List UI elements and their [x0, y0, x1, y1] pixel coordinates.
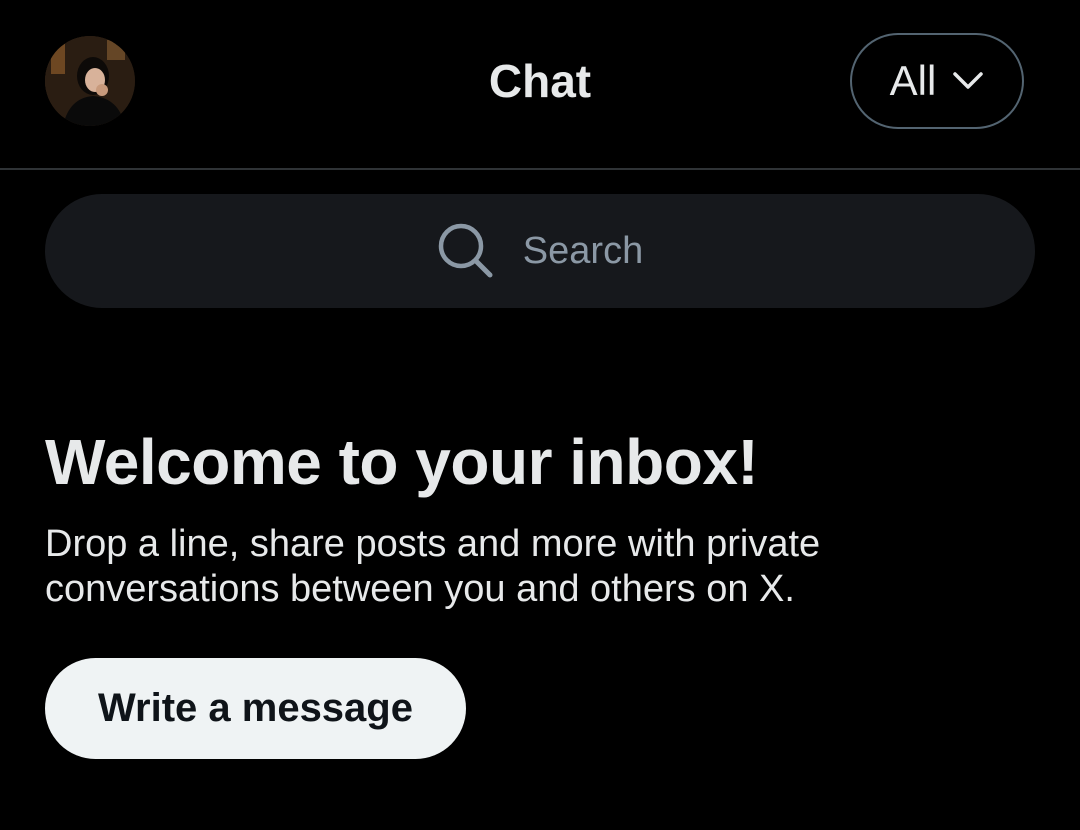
empty-state-description: Drop a line, share posts and more with p… [45, 523, 821, 610]
search-icon [437, 222, 493, 280]
filter-dropdown-button[interactable]: All [850, 33, 1024, 129]
chat-screen: Chat All Search Welcome to your inbox! D… [0, 0, 1080, 830]
write-message-button[interactable]: Write a message [45, 658, 466, 759]
filter-label: All [889, 57, 937, 104]
search-placeholder: Search [522, 229, 644, 272]
write-message-label: Write a message [98, 686, 413, 730]
chevron-down-icon [952, 71, 984, 91]
empty-state-title: Welcome to your inbox! [45, 426, 759, 498]
search-input[interactable]: Search [45, 194, 1035, 308]
header-bar: Chat All [0, 0, 1080, 170]
